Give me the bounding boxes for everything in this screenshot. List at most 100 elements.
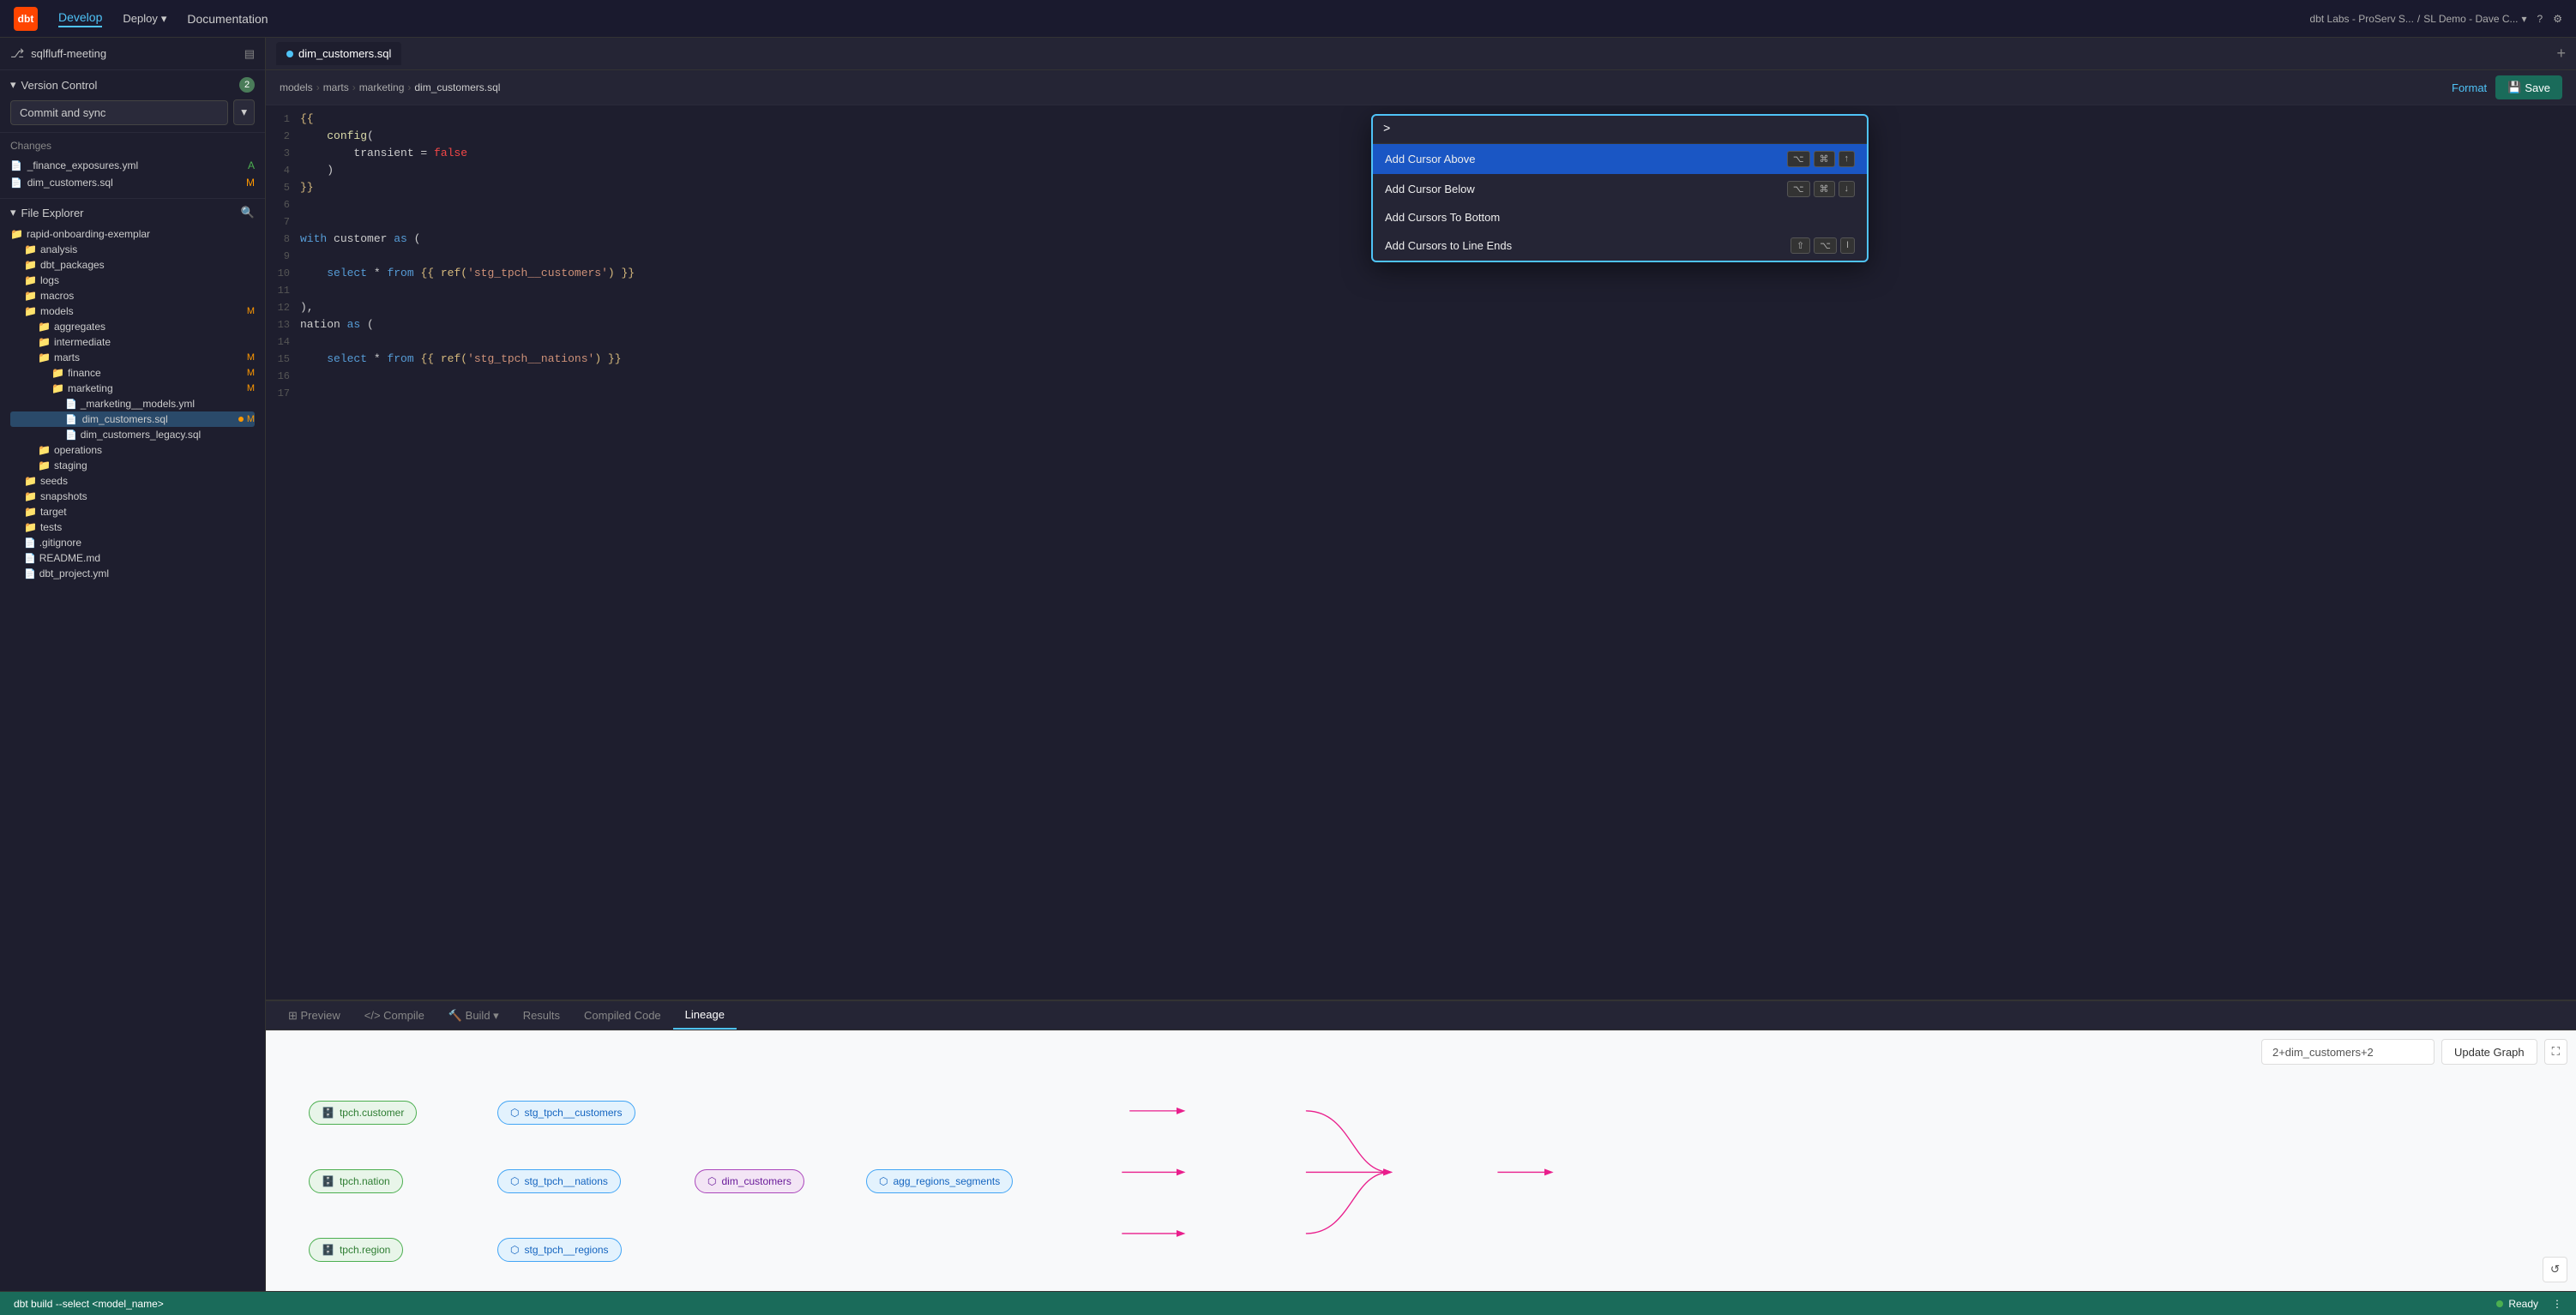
- tree-item-macros[interactable]: 📁 macros: [10, 288, 255, 303]
- file-yml-icon: 📄: [65, 399, 77, 410]
- graph-node-stg-nations[interactable]: ⬡ stg_tpch__nations: [497, 1169, 621, 1193]
- cmd-item-add-cursor-above[interactable]: Add Cursor Above ⌥ ⌘ ↑: [1373, 144, 1867, 174]
- status-bar: dbt build --select <model_name> Ready ⋮: [0, 1291, 2576, 1315]
- cmd-item-add-cursors-bottom[interactable]: Add Cursors To Bottom: [1373, 204, 1867, 231]
- tree-item-logs[interactable]: 📁 logs: [10, 273, 255, 288]
- nav-develop[interactable]: Develop: [58, 10, 102, 27]
- status-more-icon[interactable]: ⋮: [2552, 1298, 2562, 1310]
- command-palette-list: Add Cursor Above ⌥ ⌘ ↑ Add Cursor Below …: [1373, 144, 1867, 261]
- line-content: select * from {{ ref('stg_tpch__nations'…: [300, 352, 622, 365]
- tab-dim-customers[interactable]: dim_customers.sql: [276, 42, 401, 65]
- tree-item-models[interactable]: 📁 models M: [10, 303, 255, 319]
- settings-icon[interactable]: ⚙: [2553, 13, 2562, 25]
- tree-item-seeds[interactable]: 📁 seeds: [10, 473, 255, 489]
- tree-badge: M: [247, 352, 255, 363]
- version-control-header[interactable]: ▾ Version Control 2: [10, 77, 255, 93]
- graph-node-tpch-nation[interactable]: 🗄️ tpch.nation: [309, 1169, 403, 1193]
- new-tab-button[interactable]: +: [2556, 45, 2566, 63]
- tree-item-marketing-models-yml[interactable]: 📄 _marketing__models.yml: [10, 396, 255, 411]
- tree-item-gitignore[interactable]: 📄 .gitignore: [10, 535, 255, 550]
- tree-label: models: [40, 305, 244, 317]
- cmd-item-add-cursors-line-ends[interactable]: Add Cursors to Line Ends ⇧ ⌥ I: [1373, 231, 1867, 261]
- tree-item-tests[interactable]: 📁 tests: [10, 519, 255, 535]
- folder-icon: 📁: [10, 228, 23, 240]
- node-label: tpch.nation: [340, 1175, 390, 1187]
- refresh-lineage-button[interactable]: ↺: [2543, 1257, 2567, 1282]
- folder-icon: 📁: [24, 490, 37, 502]
- tab-lineage[interactable]: Lineage: [673, 1001, 737, 1030]
- tree-item-operations[interactable]: 📁 operations: [10, 442, 255, 458]
- command-palette-input[interactable]: [1383, 123, 1857, 136]
- tab-compile[interactable]: </> Compile: [352, 1002, 436, 1029]
- tree-item-snapshots[interactable]: 📁 snapshots: [10, 489, 255, 504]
- graph-node-stg-customers[interactable]: ⬡ stg_tpch__customers: [497, 1101, 635, 1125]
- status-ready-dot: [2496, 1300, 2503, 1307]
- file-name-dim: dim_customers.sql: [27, 177, 241, 189]
- tree-item-intermediate[interactable]: 📁 intermediate: [10, 334, 255, 350]
- format-button[interactable]: Format: [2452, 81, 2487, 94]
- key-badge: ⌘: [1814, 151, 1835, 167]
- tree-item-marts[interactable]: 📁 marts M: [10, 350, 255, 365]
- lineage-filter-input[interactable]: [2261, 1039, 2435, 1065]
- save-button[interactable]: 💾 Save: [2495, 75, 2562, 99]
- tree-item-readme[interactable]: 📄 README.md: [10, 550, 255, 566]
- nav-deploy[interactable]: Deploy ▾: [123, 12, 166, 26]
- workspace-label: dbt Labs - ProServ S...: [2310, 13, 2414, 25]
- cmd-keys: ⌥ ⌘ ↑: [1787, 151, 1855, 167]
- tree-item-finance[interactable]: 📁 finance M: [10, 365, 255, 381]
- tree-item-dbt-project[interactable]: 📄 dbt_project.yml: [10, 566, 255, 581]
- nav-documentation[interactable]: Documentation: [187, 12, 268, 26]
- folder-icon: 📁: [38, 336, 51, 348]
- folder-icon: 📁: [38, 321, 51, 333]
- graph-node-tpch-region[interactable]: 🗄️ tpch.region: [309, 1238, 403, 1262]
- tab-build[interactable]: 🔨 Build ▾: [436, 1002, 511, 1030]
- tree-item-staging[interactable]: 📁 staging: [10, 458, 255, 473]
- tab-results[interactable]: Results: [511, 1002, 572, 1029]
- panel-toggle-icon[interactable]: ▤: [244, 47, 255, 61]
- key-badge: ↑: [1839, 151, 1856, 167]
- tab-preview[interactable]: ⊞ Preview: [276, 1002, 352, 1030]
- file-search-icon[interactable]: 🔍: [241, 206, 255, 219]
- file-explorer: ▾ File Explorer 🔍 📁 rapid-onboarding-exe…: [0, 199, 265, 1291]
- tree-item-marketing[interactable]: 📁 marketing M: [10, 381, 255, 396]
- tree-item-dim-customers-legacy[interactable]: 📄 dim_customers_legacy.sql: [10, 427, 255, 442]
- tab-lineage-label: Lineage: [685, 1008, 725, 1021]
- folder-icon: 📁: [24, 506, 37, 518]
- tree-item-aggregates[interactable]: 📁 aggregates: [10, 319, 255, 334]
- tree-label: seeds: [40, 475, 255, 487]
- graph-node-dim-customers[interactable]: ⬡ dim_customers: [695, 1169, 804, 1193]
- tree-badge-modified: M: [247, 414, 255, 424]
- tree-item-analysis[interactable]: 📁 analysis: [10, 242, 255, 257]
- tab-results-label: Results: [523, 1009, 560, 1022]
- commit-sync-button[interactable]: Commit and sync: [10, 100, 228, 125]
- cmd-keys: ⇧ ⌥ I: [1791, 237, 1855, 254]
- help-icon[interactable]: ?: [2537, 13, 2543, 25]
- branch-icon: ⎇: [10, 46, 24, 61]
- tree-item-target[interactable]: 📁 target: [10, 504, 255, 519]
- commit-chevron-button[interactable]: ▾: [233, 99, 255, 125]
- tree-item-dbt-packages[interactable]: 📁 dbt_packages: [10, 257, 255, 273]
- tree-label: marts: [54, 351, 244, 363]
- graph-node-tpch-customer[interactable]: 🗄️ tpch.customer: [309, 1101, 417, 1125]
- command-palette: Add Cursor Above ⌥ ⌘ ↑ Add Cursor Below …: [1371, 114, 1869, 262]
- tree-item-dim-customers-sql[interactable]: 📄 dim_customers.sql M: [10, 411, 255, 427]
- line-content: nation as (: [300, 318, 374, 331]
- folder-icon: 📁: [38, 351, 51, 363]
- code-editor[interactable]: Add Cursor Above ⌥ ⌘ ↑ Add Cursor Below …: [266, 105, 2576, 1000]
- update-graph-button[interactable]: Update Graph: [2441, 1039, 2537, 1065]
- line-number: 4: [266, 164, 300, 177]
- graph-node-stg-regions[interactable]: ⬡ stg_tpch__regions: [497, 1238, 622, 1262]
- tree-item-rapid[interactable]: 📁 rapid-onboarding-exemplar: [10, 226, 255, 242]
- graph-node-agg-regions[interactable]: ⬡ agg_regions_segments: [866, 1169, 1013, 1193]
- commit-row: Commit and sync ▾: [10, 99, 255, 125]
- line-number: 14: [266, 335, 300, 348]
- tree-label: intermediate: [54, 336, 255, 348]
- node-label: tpch.customer: [340, 1107, 404, 1119]
- tab-compiled-code[interactable]: Compiled Code: [572, 1002, 673, 1029]
- code-line-11: 11: [266, 284, 2576, 301]
- file-status-modified: M: [246, 177, 255, 189]
- expand-lineage-button[interactable]: ⛶: [2544, 1039, 2567, 1065]
- top-nav: dbt Develop Deploy ▾ Documentation dbt L…: [0, 0, 2576, 38]
- cmd-item-add-cursor-below[interactable]: Add Cursor Below ⌥ ⌘ ↓: [1373, 174, 1867, 204]
- breadcrumb: models › marts › marketing › dim_custome…: [266, 70, 2576, 105]
